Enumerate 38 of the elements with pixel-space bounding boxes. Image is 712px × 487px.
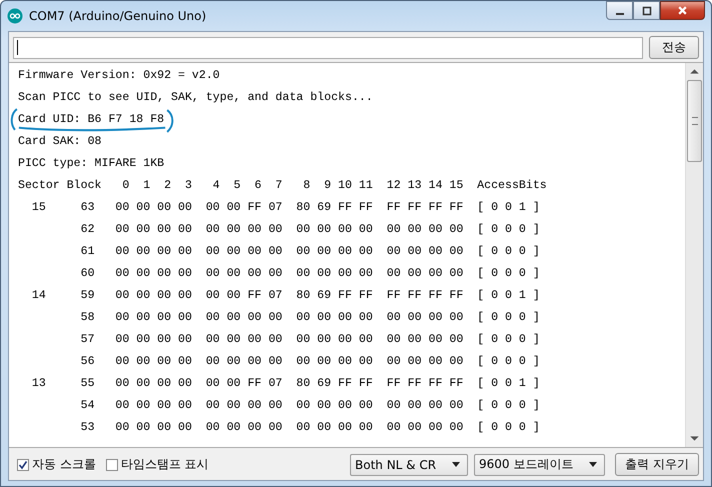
minimize-button[interactable]	[606, 1, 633, 20]
maximize-button[interactable]	[633, 1, 660, 20]
output-line: 57 00 00 00 00 00 00 00 00 00 00 00 00 00 00 00 00 [ 0 0 0 ]	[80, 332, 540, 346]
maximize-icon	[642, 6, 652, 16]
output-line: Scan PICC to see UID, SAK, type, and data blocks...	[18, 90, 373, 104]
output-line: 13 55 00 00 00 00 00 00 FF 07 80 69 FF FF FF FF FF FF [ 0 0 1 ]	[30, 376, 540, 390]
scrollbar[interactable]	[685, 63, 703, 447]
output-line: Firmware Version: 0x92 = v2.0	[18, 68, 220, 82]
input-field[interactable]	[13, 36, 643, 58]
checkbox-label: 자동 스크롤	[32, 456, 96, 473]
output-line: 58 00 00 00 00 00 00 00 00 00 00 00 00 00 00 00 00 [ 0 0 0 ]	[80, 310, 540, 324]
output-line: PICC type: MIFARE 1KB	[18, 156, 164, 170]
output-line: 62 00 00 00 00 00 00 00 00 00 00 00 00 00 00 00 00 [ 0 0 0 ]	[80, 222, 540, 236]
checkbox[interactable]	[106, 458, 118, 470]
send-button[interactable]: 전송	[649, 36, 699, 59]
checkbox-label: 타임스탬프 표시	[120, 456, 209, 473]
close-button[interactable]	[660, 1, 705, 20]
minimize-icon	[616, 12, 624, 14]
dropdown-arrow-icon	[452, 462, 460, 467]
output-line: Card UID: B6 F7 18 F8	[18, 112, 164, 126]
output-line: 14 59 00 00 00 00 00 00 FF 07 80 69 FF FF FF FF FF FF [ 0 0 1 ]	[30, 288, 540, 302]
line-ending-dropdown[interactable]: Both NL & CR	[350, 454, 468, 476]
output-line: 15 63 00 00 00 00 00 00 FF 07 80 69 FF FF FF FF FF FF [ 0 0 1 ]	[30, 200, 540, 214]
close-icon	[677, 5, 688, 16]
output-line: 60 00 00 00 00 00 00 00 00 00 00 00 00 00 00 00 00 [ 0 0 0 ]	[80, 266, 540, 280]
output-line: 56 00 00 00 00 00 00 00 00 00 00 00 00 00 00 00 00 [ 0 0 0 ]	[80, 354, 540, 368]
scroll-thumb[interactable]	[687, 80, 702, 162]
output-line: 53 00 00 00 00 00 00 00 00 00 00 00 00 00 00 00 00 [ 0 0 0 ]	[80, 420, 540, 434]
output-line: Card SAK: 08	[18, 134, 102, 148]
checkbox[interactable]	[17, 458, 29, 470]
baud-rate-dropdown[interactable]: 9600 보드레이트	[474, 454, 605, 476]
output-line: Sector Block 0 1 2 3 4 5 6 7 8 9 10 11 12 13 14 15 AccessBits	[18, 178, 547, 192]
window-title: COM7 (Arduino/Genuino Uno)	[29, 9, 206, 23]
clear-output-button[interactable]: 출력 지우기	[615, 453, 699, 476]
infinity-logo-icon	[7, 8, 23, 24]
dropdown-arrow-icon	[589, 462, 597, 467]
output-line: 54 00 00 00 00 00 00 00 00 00 00 00 00 00 00 00 00 [ 0 0 0 ]	[80, 398, 540, 412]
output-line: 61 00 00 00 00 00 00 00 00 00 00 00 00 00 00 00 00 [ 0 0 0 ]	[80, 244, 540, 258]
